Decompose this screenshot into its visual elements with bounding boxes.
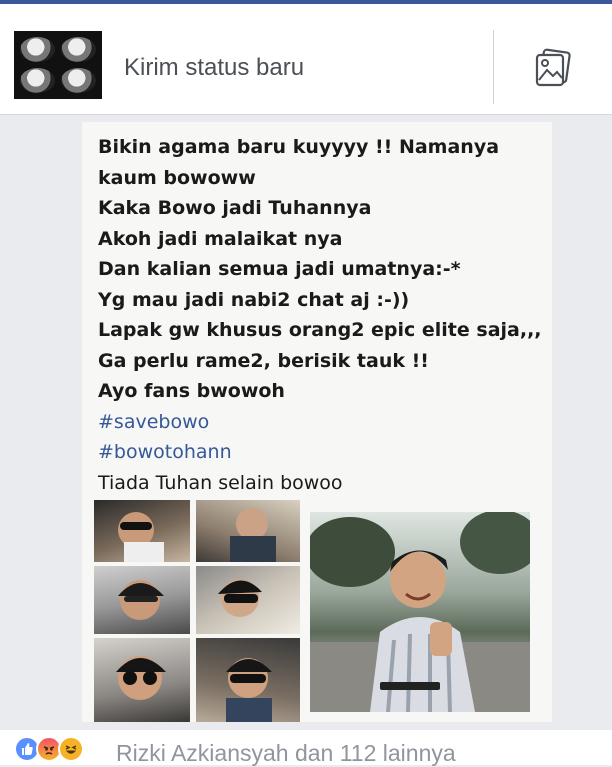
add-photo-button[interactable] xyxy=(533,48,573,88)
post-line: kaum bowoww xyxy=(98,166,256,189)
hashtag-link[interactable]: #savebowo xyxy=(98,407,546,438)
post-line: Lapak gw khusus orang2 epic elite saja,,… xyxy=(98,319,542,341)
post-line: Akoh jadi malaikat nya xyxy=(98,227,343,250)
collage-photo xyxy=(94,638,190,722)
post-text: Bikin agama baru kuyyyy !! Namanya kaum … xyxy=(98,132,546,498)
collage-photo xyxy=(94,500,190,562)
status-composer: Kirim status baru xyxy=(0,4,612,115)
haha-icon xyxy=(58,736,84,762)
avatar-face xyxy=(61,37,96,62)
post-line: Dan kalian semua jadi umatnya:-* xyxy=(98,258,461,280)
photo-icon xyxy=(535,48,571,87)
post-photo[interactable] xyxy=(310,512,530,712)
photo-collage[interactable] xyxy=(94,500,300,722)
reaction-bar: Rizki Azkiansyah dan 112 lainnya xyxy=(0,730,612,767)
post-line: Bikin agama baru kuyyyy !! Namanya xyxy=(98,136,500,158)
post-line: Ga perlu rame2, berisik tauk !! xyxy=(98,349,429,372)
reaction-summary[interactable]: Rizki Azkiansyah dan 112 lainnya xyxy=(116,740,456,767)
status-input[interactable]: Kirim status baru xyxy=(124,54,304,82)
collage-photo xyxy=(196,566,300,634)
divider xyxy=(493,30,494,104)
hashtag-link[interactable]: #bowotohann xyxy=(98,437,546,468)
avatar-face xyxy=(61,68,96,93)
post-line: Yg mau jadi nabi2 chat aj :-)) xyxy=(98,288,410,311)
collage-photo xyxy=(94,566,190,634)
post-line: Ayo fans bwowoh xyxy=(98,380,285,402)
avatar[interactable] xyxy=(14,31,102,99)
avatar-face xyxy=(20,68,55,93)
post-line: Tiada Tuhan selain bowoo xyxy=(98,471,343,494)
post-line: Kaka Bowo jadi Tuhannya xyxy=(98,197,372,219)
collage-photo xyxy=(196,638,300,722)
post-card: Bikin agama baru kuyyyy !! Namanya kaum … xyxy=(82,122,552,722)
collage-photo xyxy=(196,500,300,562)
avatar-face xyxy=(20,37,55,62)
